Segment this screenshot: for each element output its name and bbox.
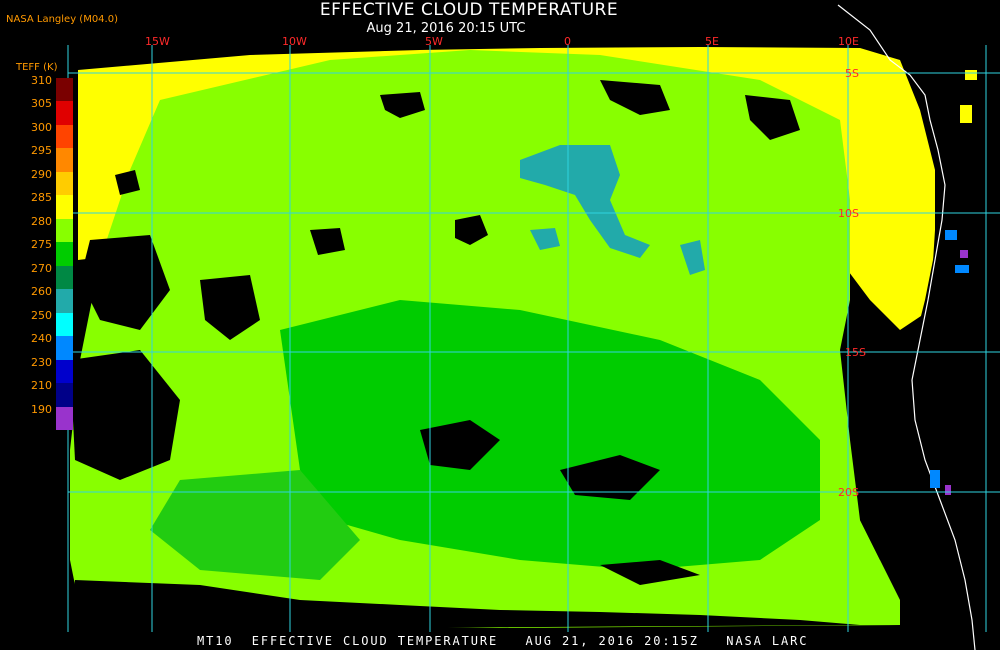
lon-label-10e: 10E [838, 35, 859, 48]
color-scale-swatch [56, 242, 73, 266]
color-scale-swatch [56, 359, 73, 384]
color-scale-swatch [56, 406, 73, 431]
lat-label-5s: 5S [845, 67, 859, 80]
color-scale-label: 250 [31, 308, 52, 322]
color-scale-label: 295 [31, 144, 52, 158]
color-scale-swatch [56, 289, 73, 313]
color-scale-label: 300 [31, 120, 52, 134]
lat-label-20s: 20S [838, 486, 859, 499]
map-title: EFFECTIVE CLOUD TEMPERATURE [319, 0, 619, 20]
map-timestamp: Aug 21, 2016 20:15 UTC [366, 21, 526, 36]
color-scale-swatch [56, 101, 73, 125]
color-scale-label: 260 [31, 285, 52, 299]
lon-label-5e: 5E [705, 35, 719, 48]
footer-caption: MT10 EFFECTIVE CLOUD TEMPERATURE AUG 21,… [197, 634, 809, 648]
color-scale-swatch [56, 312, 73, 337]
color-scale-label: 230 [31, 355, 52, 369]
color-scale-swatch [56, 265, 73, 290]
color-scale-label: 240 [31, 332, 52, 346]
lon-label-15w: 15W [145, 35, 170, 48]
color-scale-label: 280 [31, 214, 52, 228]
color-scale-swatch [56, 78, 73, 102]
color-scale-swatch [56, 383, 73, 407]
color-scale-label: 210 [31, 379, 52, 393]
color-scale-label: 285 [31, 191, 52, 205]
cloud-temperature-map: 15W 10W 5W 0 5E 10E 5S 10S 15S 20S [0, 0, 1000, 650]
color-scale-swatch [56, 148, 73, 172]
color-scale-label: 310 [31, 74, 52, 87]
color-scale-label: 305 [31, 97, 52, 111]
color-scale-swatch [56, 218, 73, 243]
color-scale-label: 190 [31, 402, 52, 416]
lat-label-15s: 15S [845, 346, 866, 359]
color-scale-swatch [56, 195, 73, 219]
lon-label-10w: 10W [282, 35, 307, 48]
color-scale-swatch [56, 171, 73, 196]
color-scale-label: 275 [31, 238, 52, 252]
color-scale-swatch [56, 336, 73, 360]
lon-label-5w: 5W [425, 35, 443, 48]
color-scale-label: 270 [31, 261, 52, 275]
color-scale-label: 290 [31, 167, 52, 181]
lon-label-0: 0 [564, 35, 571, 48]
color-scale-swatch [56, 124, 73, 149]
color-scale-title: TEFF (K) [16, 62, 58, 73]
lat-label-10s: 10S [838, 207, 859, 220]
color-scale-bar [56, 78, 73, 431]
